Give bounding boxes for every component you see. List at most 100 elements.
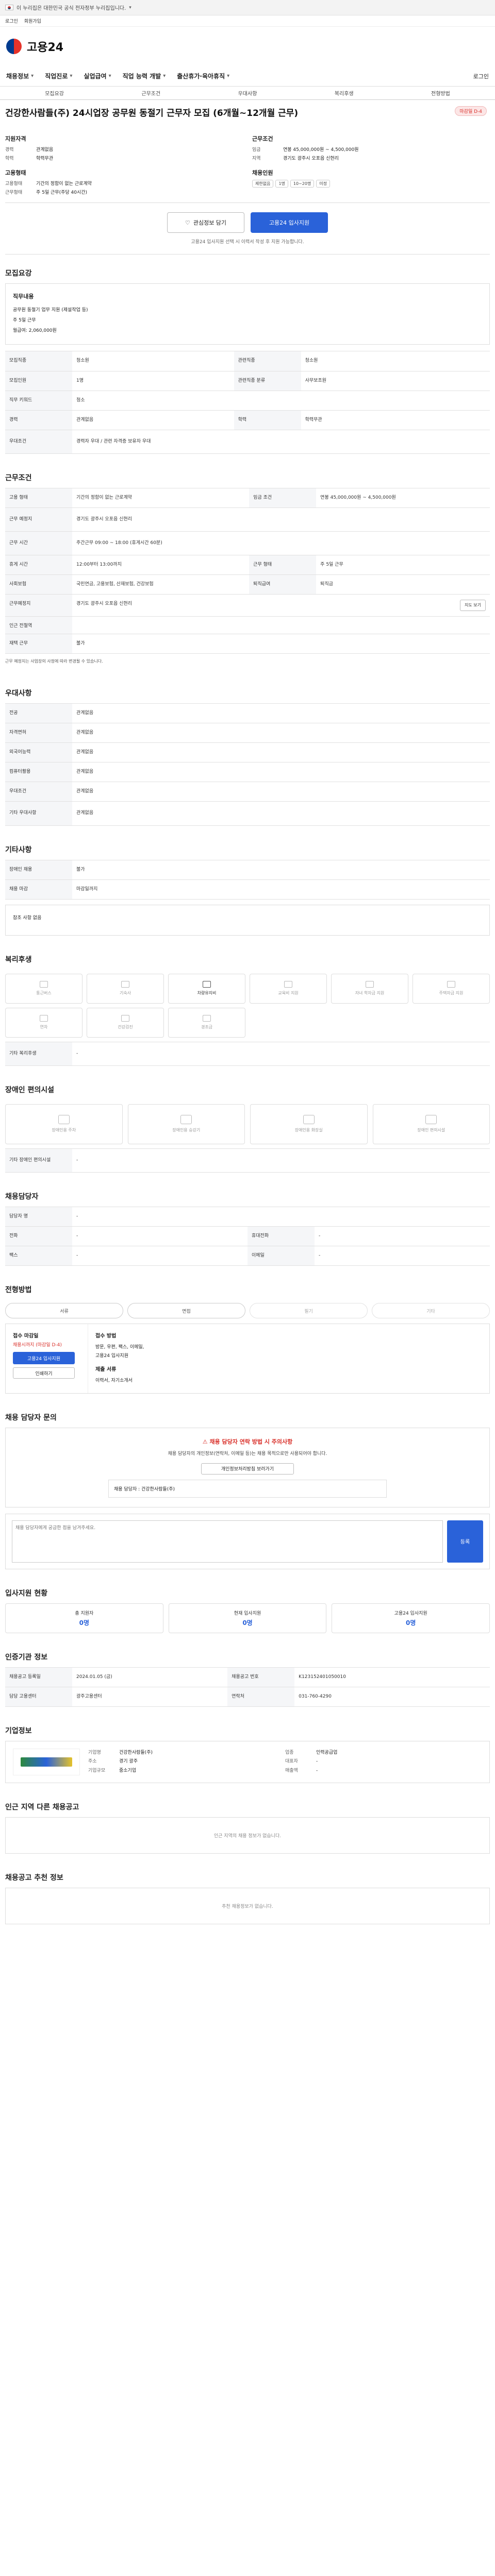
qna-input[interactable] <box>12 1520 443 1563</box>
disabled-section: 장애인 편의시설 장애인용 주차 장애인용 승강기 장애인용 화장실 장애인 편… <box>5 1071 490 1178</box>
docs-heading: 제출 서류 <box>95 1367 117 1373</box>
chevron-down-icon: ▾ <box>163 73 166 79</box>
alert-icon: ⚠ <box>202 1438 208 1445</box>
table-row: 채용공고 등록일 2024.01.05 (금) 채용공고 번호 K1231524010… <box>5 1667 490 1687</box>
welfare-item: 차량유지비 <box>168 973 245 1004</box>
brand-name[interactable]: 고용24 <box>27 38 63 55</box>
stat-card: 고용24 입사지원 0명 <box>332 1603 490 1633</box>
map-button[interactable]: 지도 보기 <box>460 600 486 611</box>
tab-work[interactable]: 근무조건 <box>103 89 199 97</box>
job-title: 건강한사람들(주) 24시업장 공무원 동절기 근무자 모집 (6개월~12개월… <box>5 108 299 118</box>
section-tabs: 모집요강 근무조건 우대사항 복리후생 전형방법 <box>0 87 495 100</box>
welfare-item: 통근버스 <box>5 973 82 1004</box>
table-row: 장애인 채용 불가 <box>5 859 490 880</box>
qna-form: 등록 <box>5 1513 490 1569</box>
contact-label: 채용 담당자 <box>114 1486 137 1492</box>
table-row: 채용 마감 마감일까지 <box>5 879 490 900</box>
elevator-icon <box>180 1115 192 1125</box>
work-hours: 주간근무 09:00 ~ 18:00 (휴게시간 60분) <box>76 540 162 546</box>
methods-heading: 접수 방법 <box>95 1333 117 1340</box>
table-row: 기타 장애인 편의시설 - <box>5 1148 490 1173</box>
privacy-policy-button[interactable]: 개인정보처리방침 보러가기 <box>201 1463 294 1475</box>
calendar-icon <box>40 1015 48 1022</box>
tab-prefer[interactable]: 우대사항 <box>199 89 295 97</box>
gnb-leave[interactable]: 출산휴가·육아휴직 ▾ <box>177 72 229 80</box>
step-document: 서류 <box>5 1303 123 1319</box>
apply-button[interactable]: 고용24 입사지원 <box>251 212 328 233</box>
deadline-badge: 마감일 D-4 <box>455 106 487 116</box>
tab-selection[interactable]: 전형방법 <box>392 89 489 97</box>
section-title: 기업정보 <box>5 1726 32 1735</box>
welfare-item: 자녀 학자금 지원 <box>331 973 408 1004</box>
other-jobs-empty: 인근 지역의 채용 정보가 없습니다. <box>5 1817 490 1854</box>
kv-key: 고용형태 <box>5 181 23 187</box>
table-row: 외국어능력 관계없음 <box>5 742 490 763</box>
disabled-item: 장애인 편의시설 <box>372 1104 490 1144</box>
site-header: 고용24 <box>0 27 495 66</box>
summary-col-qualification: 지원자격 경력 관계없음 학력 학력무관 고용형태 고용형태 기간의 정함이 없는 근… <box>5 129 243 197</box>
duty-line: 공무원 동절기 업무 지원 (제설작업 등) <box>13 308 88 313</box>
util-signup[interactable]: 회원가입 <box>24 18 41 24</box>
table-row: 자격면허 관계없음 <box>5 723 490 743</box>
summary-heading: 고용형태 <box>5 169 26 176</box>
welfare-item: 교육비 지원 <box>250 973 327 1004</box>
table-row: 휴게 시간 12:00부터 13:00까지 근무 형태 주 5일 근무 <box>5 555 490 575</box>
apply-heading: 접수 마감일 <box>13 1333 39 1340</box>
welfare-item: 연차 <box>5 1007 82 1038</box>
kv-key: 경력 <box>5 147 14 152</box>
house-icon <box>447 981 455 988</box>
building-icon <box>121 981 129 988</box>
utility-bar: 로그인 회원가입 <box>0 15 495 27</box>
table-row: 인근 전철역 <box>5 616 490 634</box>
disabled-grid: 장애인용 주차 장애인용 승강기 장애인용 화장실 장애인 편의시설 <box>5 1100 490 1148</box>
table-row: 기타 복리후생 - <box>5 1041 490 1066</box>
table-row: 전공 관계없음 <box>5 703 490 724</box>
selection-section: 전형방법 서류 면접 필기 기타 접수 마감일 채용시까지 (마감일 D-4) … <box>5 1271 490 1398</box>
method-line: 고용24 입사지원 <box>95 1353 128 1359</box>
tab-welfare[interactable]: 복리후생 <box>296 89 392 97</box>
table-row: 근무 시간 주간근무 09:00 ~ 18:00 (휴게시간 60분) <box>5 531 490 556</box>
work-table: 고용 형태 기간의 정함이 없는 근로계약 임금 조건 연봉 45,000,000원 … <box>5 487 490 654</box>
etc-table: 장애인 채용 불가 채용 마감 마감일까지 <box>5 859 490 900</box>
chevron-down-icon[interactable]: ▾ <box>129 5 131 10</box>
print-button[interactable]: 인쇄하기 <box>13 1367 75 1379</box>
gnb-login-link[interactable]: 로그인 <box>473 72 489 80</box>
table-row: 우대조건 관계없음 <box>5 782 490 802</box>
stats-section: 입사지원 현황 총 지원자 0명 현재 입사지원 0명 고용24 입사지원 0명 <box>5 1574 490 1638</box>
welfare-item: 경조금 <box>168 1007 245 1038</box>
company-logo-icon <box>21 1757 72 1767</box>
gnb-jobs[interactable]: 채용정보 ▾ <box>6 72 34 80</box>
gnb-benefit[interactable]: 실업급여 ▾ <box>84 72 111 80</box>
reg-section: 인증기관 정보 채용공고 등록일 2024.01.05 (금) 채용공고 번호 K12… <box>5 1638 490 1712</box>
disabled-item: 장애인용 주차 <box>5 1104 123 1144</box>
apply-button-2[interactable]: 고용24 입사지원 <box>13 1352 75 1365</box>
scrap-label: 관심정보 담기 <box>193 219 227 227</box>
table-row: 컴퓨터활용 관계없음 <box>5 762 490 783</box>
chevron-down-icon: ▾ <box>70 73 73 79</box>
headcount-chips: 제한없음 1명 10~20명 미정 <box>252 179 490 188</box>
car-icon <box>203 981 211 988</box>
action-bar: ♡ 관심정보 담기 고용24 입사지원 <box>5 203 490 238</box>
section-title: 채용공고 추천 정보 <box>5 1873 63 1882</box>
goyong24-logo-icon[interactable] <box>6 39 22 54</box>
duty-line: 월급여: 2,060,000원 <box>13 328 57 333</box>
page-footer-space <box>5 1929 490 1960</box>
etc-section: 기타사항 장애인 채용 불가 채용 마감 마감일까지 참조 사항 없음 <box>5 831 490 941</box>
util-login[interactable]: 로그인 <box>5 18 18 24</box>
qna-submit-button[interactable]: 등록 <box>447 1520 483 1563</box>
tab-recruit[interactable]: 모집요강 <box>6 89 103 97</box>
gnb-training[interactable]: 직업 능력 개발 ▾ <box>123 72 166 80</box>
scrap-button[interactable]: ♡ 관심정보 담기 <box>167 212 244 233</box>
gnb-career[interactable]: 직업진로 ▾ <box>45 72 72 80</box>
welfare-item: 건강검진 <box>87 1007 164 1038</box>
kv-value: 관계없음 <box>36 147 54 152</box>
action-note: 고용24 입사지원 선택 시 이력서 작성 후 지원 가능합니다. <box>5 238 490 255</box>
duty-line: 주 5일 근무 <box>13 317 36 323</box>
table-row: 고용 형태 기간의 정함이 없는 근로계약 임금 조건 연봉 45,000,000원 … <box>5 487 490 508</box>
etc-box-text: 참조 사항 없음 <box>13 915 42 921</box>
table-row: 기타 우대사항 관계없음 <box>5 801 490 826</box>
welfare-section: 복리후생 통근버스 기숙사 차량유지비 교육비 지원 자녀 학자금 지원 주택자… <box>5 941 490 1071</box>
step-etc: 기타 <box>372 1303 490 1319</box>
selection-steps: 서류 면접 필기 기타 <box>5 1300 490 1324</box>
stats-row: 총 지원자 0명 현재 입사지원 0명 고용24 입사지원 0명 <box>5 1603 490 1633</box>
